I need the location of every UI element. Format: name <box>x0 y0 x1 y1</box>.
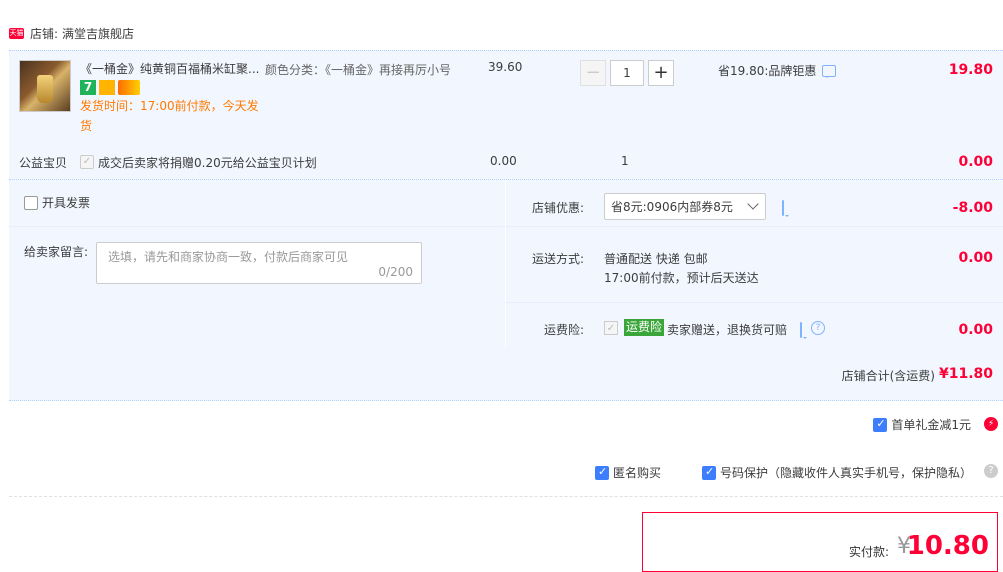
help-icon[interactable]: ? <box>984 464 998 478</box>
increase-button[interactable]: + <box>648 60 674 86</box>
payment-value: 10.80 <box>906 531 989 561</box>
product-spec: 颜色分类：《一桶金》再接再厉小号 <box>265 63 452 77</box>
promo-info: 省19.80:品牌钜惠 <box>718 62 837 79</box>
invoice-checkbox[interactable] <box>24 195 38 210</box>
insurance-checkbox: ✓ <box>604 321 618 335</box>
gift-option[interactable]: 首单礼金减1元 <box>873 416 971 433</box>
insurance-text: 卖家赠送，退换货可赔 <box>667 323 788 337</box>
insurance-badge: 运费险 <box>624 319 665 336</box>
shop-header: 天猫 店铺: 满堂吉旗舰店 <box>9 24 134 42</box>
delivery-eta: 17:00前付款，预计后天送达 <box>604 271 759 285</box>
delivery-label: 运送方式: <box>531 252 584 266</box>
shop-discount-value: -8.00 <box>952 200 993 216</box>
unit-price: 39.60 <box>488 60 523 74</box>
lightning-icon: ⚡ <box>984 417 998 431</box>
shop-name[interactable]: 满堂吉旗舰店 <box>62 25 134 42</box>
charity-text: 成交后卖家将捐赠0.20元给公益宝贝计划 <box>98 156 317 170</box>
delivery-info: 普通配送 快递 包邮 17:00前付款，预计后天送达 <box>604 250 759 288</box>
insurance-value: 0.00 <box>958 322 993 338</box>
shop-label: 店铺: <box>30 26 59 41</box>
charity-checkbox: ✓ <box>80 155 94 169</box>
coupon-selected: 省8元:0906内部券8元 <box>611 200 733 214</box>
delivery-method: 普通配送 快递 包邮 <box>604 252 708 266</box>
privacy-checkbox[interactable] <box>702 465 716 480</box>
product-thumbnail[interactable] <box>19 60 71 112</box>
charity-price: 0.00 <box>490 154 517 168</box>
promo-text: 省19.80:品牌钜惠 <box>718 64 817 78</box>
payment-label: 实付款: <box>848 545 889 559</box>
charity-label: 公益宝贝 <box>19 156 68 170</box>
help-icon[interactable]: ? <box>811 321 825 335</box>
delivery-value: 0.00 <box>958 250 993 266</box>
message-textarea[interactable]: 选填，请先和商家协商一致，付款后商家可见 0/200 <box>96 242 422 284</box>
chat-icon[interactable] <box>822 64 837 78</box>
shipping-note: 发货时间：17:00前付款，今天发货 <box>80 99 259 133</box>
quantity-input[interactable]: 1 <box>610 60 644 86</box>
message-label: 给卖家留言: <box>24 245 89 259</box>
gift-checkbox[interactable] <box>873 417 888 432</box>
invoice-option[interactable]: 开具发票 <box>24 194 90 211</box>
anonymous-option[interactable]: 匿名购买 <box>595 464 661 481</box>
charity-qty: 1 <box>621 154 629 168</box>
divider <box>9 496 1003 497</box>
charity-subtotal: 0.00 <box>958 154 993 170</box>
chat-icon[interactable] <box>782 200 784 216</box>
gift-label: 首单礼金减1元 <box>891 418 971 432</box>
message-counter: 0/200 <box>378 265 413 279</box>
insurance-label: 运费险: <box>543 323 584 337</box>
anonymous-checkbox[interactable] <box>595 465 609 480</box>
item-subtotal: 19.80 <box>948 62 993 78</box>
anonymous-label: 匿名购买 <box>613 466 662 480</box>
coupon-select[interactable]: 省8元:0906内部券8元 <box>604 193 766 220</box>
credit-card-icon <box>118 80 140 95</box>
privacy-label: 号码保护（隐藏收件人真实手机号，保护隐私） <box>720 466 973 480</box>
chat-icon[interactable] <box>800 322 802 338</box>
seven-day-return-icon: 7 <box>80 80 96 95</box>
message-placeholder: 选填，请先和商家协商一致，付款后商家可见 <box>108 250 349 264</box>
invoice-label: 开具发票 <box>42 196 91 210</box>
decrease-button[interactable]: − <box>580 60 606 86</box>
privacy-option[interactable]: 号码保护（隐藏收件人真实手机号，保护隐私） <box>702 464 972 481</box>
chevron-down-icon <box>747 198 759 210</box>
shop-total-label: 店铺合计(含运费) <box>841 369 935 383</box>
product-title[interactable]: 《一桶金》纯黄铜百福桶米缸聚... <box>80 60 260 78</box>
tmall-badge: 天猫 <box>9 27 24 39</box>
shop-discount-label: 店铺优惠: <box>531 201 584 215</box>
shop-total-value: ¥11.80 <box>938 366 993 382</box>
product-service-icons: 7 <box>80 80 140 95</box>
quantity-stepper: − 1 + <box>580 60 674 86</box>
guarantee-icon <box>99 80 115 95</box>
